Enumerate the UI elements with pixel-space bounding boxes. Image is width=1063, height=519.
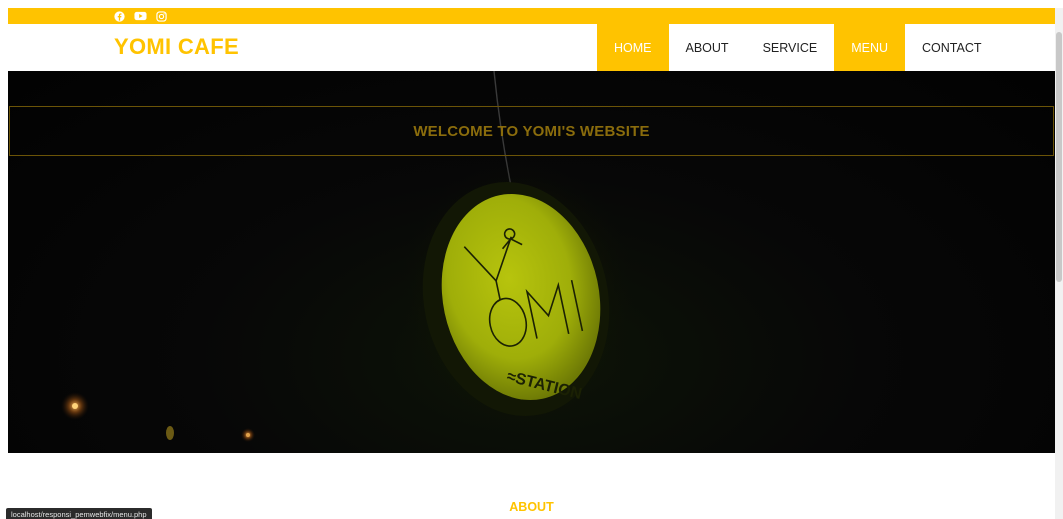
welcome-banner: WELCOME TO YOMI'S WEBSITE [9,106,1054,156]
page-scrollbar[interactable] [1055,8,1063,519]
social-links [114,8,167,24]
nav-menu[interactable]: MENU [834,24,906,71]
nav-home[interactable]: HOME [597,24,669,71]
about-heading: ABOUT [509,500,554,514]
status-bar-url: localhost/responsi_pemwebfix/menu.php [6,508,152,519]
scrollbar-thumb[interactable] [1056,32,1062,282]
nav-service[interactable]: SERVICE [745,24,835,71]
main-nav: HOME ABOUT SERVICE MENU CONTACT [597,24,999,71]
facebook-icon[interactable] [114,10,125,22]
nav-about[interactable]: ABOUT [668,24,746,71]
nav-contact[interactable]: CONTACT [905,24,999,71]
instagram-icon[interactable] [156,10,167,22]
youtube-icon[interactable] [134,11,147,21]
site-logo[interactable]: YOMI CAFE [114,34,239,60]
welcome-title: WELCOME TO YOMI'S WEBSITE [413,122,650,140]
page: YOMI CAFE HOME ABOUT SERVICE MENU CONTAC… [0,0,1063,519]
hero-banner: ≈STATION WELCOME TO YOMI'S WEBSITE [8,71,1055,453]
social-bar [8,8,1055,24]
site-header: YOMI CAFE HOME ABOUT SERVICE MENU CONTAC… [8,24,1055,71]
